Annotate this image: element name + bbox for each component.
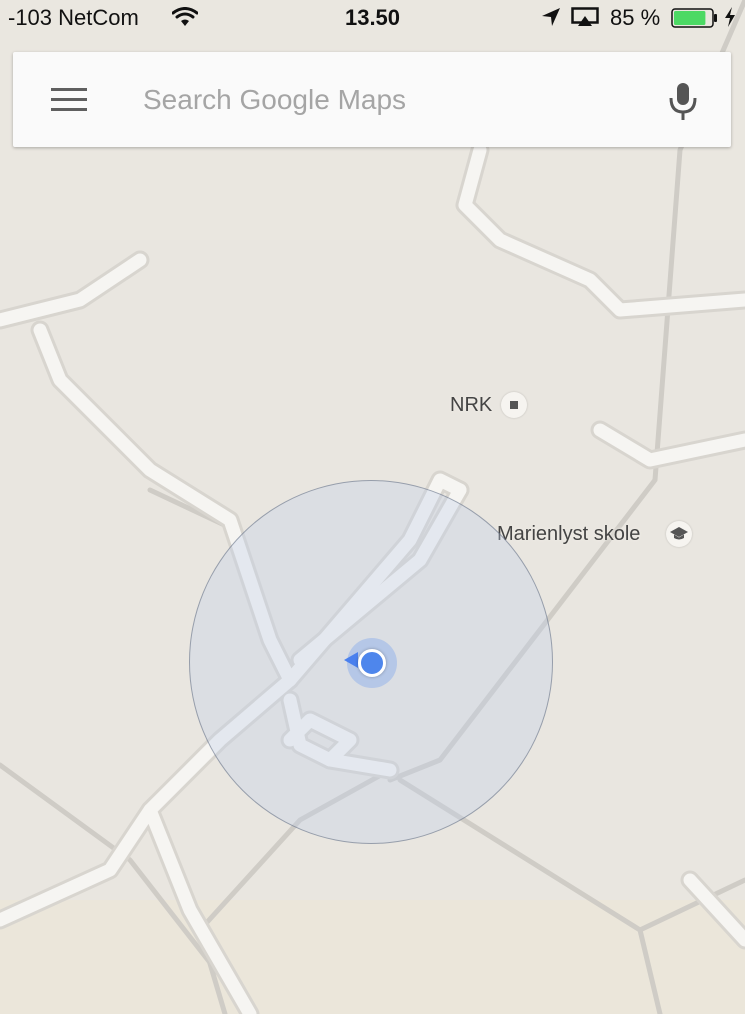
- map-area-south: [0, 900, 745, 1014]
- heading-arrow-icon: [344, 652, 358, 668]
- battery-fill: [674, 11, 706, 25]
- battery-percent: 85 %: [610, 5, 661, 30]
- place-label-nrk[interactable]: NRK: [450, 394, 492, 417]
- map-screen: -103 NetCom 13.50 85 % Search Google Map…: [0, 0, 745, 1014]
- status-bar: -103 NetCom 13.50 85 %: [0, 0, 745, 36]
- square-poi-icon[interactable]: [501, 392, 527, 418]
- school-icon[interactable]: [666, 521, 692, 547]
- mic-icon[interactable]: [667, 82, 699, 122]
- place-label-marienlyst-skole[interactable]: Marienlyst skole: [497, 523, 640, 546]
- location-arrow-icon: [542, 8, 560, 26]
- menu-icon[interactable]: [51, 88, 87, 112]
- search-bar: [13, 52, 731, 147]
- charging-icon: [725, 7, 735, 27]
- my-location-icon[interactable]: [358, 649, 386, 677]
- airplay-icon: [571, 7, 599, 26]
- battery-icon: [671, 8, 717, 28]
- search-input[interactable]: [141, 74, 645, 126]
